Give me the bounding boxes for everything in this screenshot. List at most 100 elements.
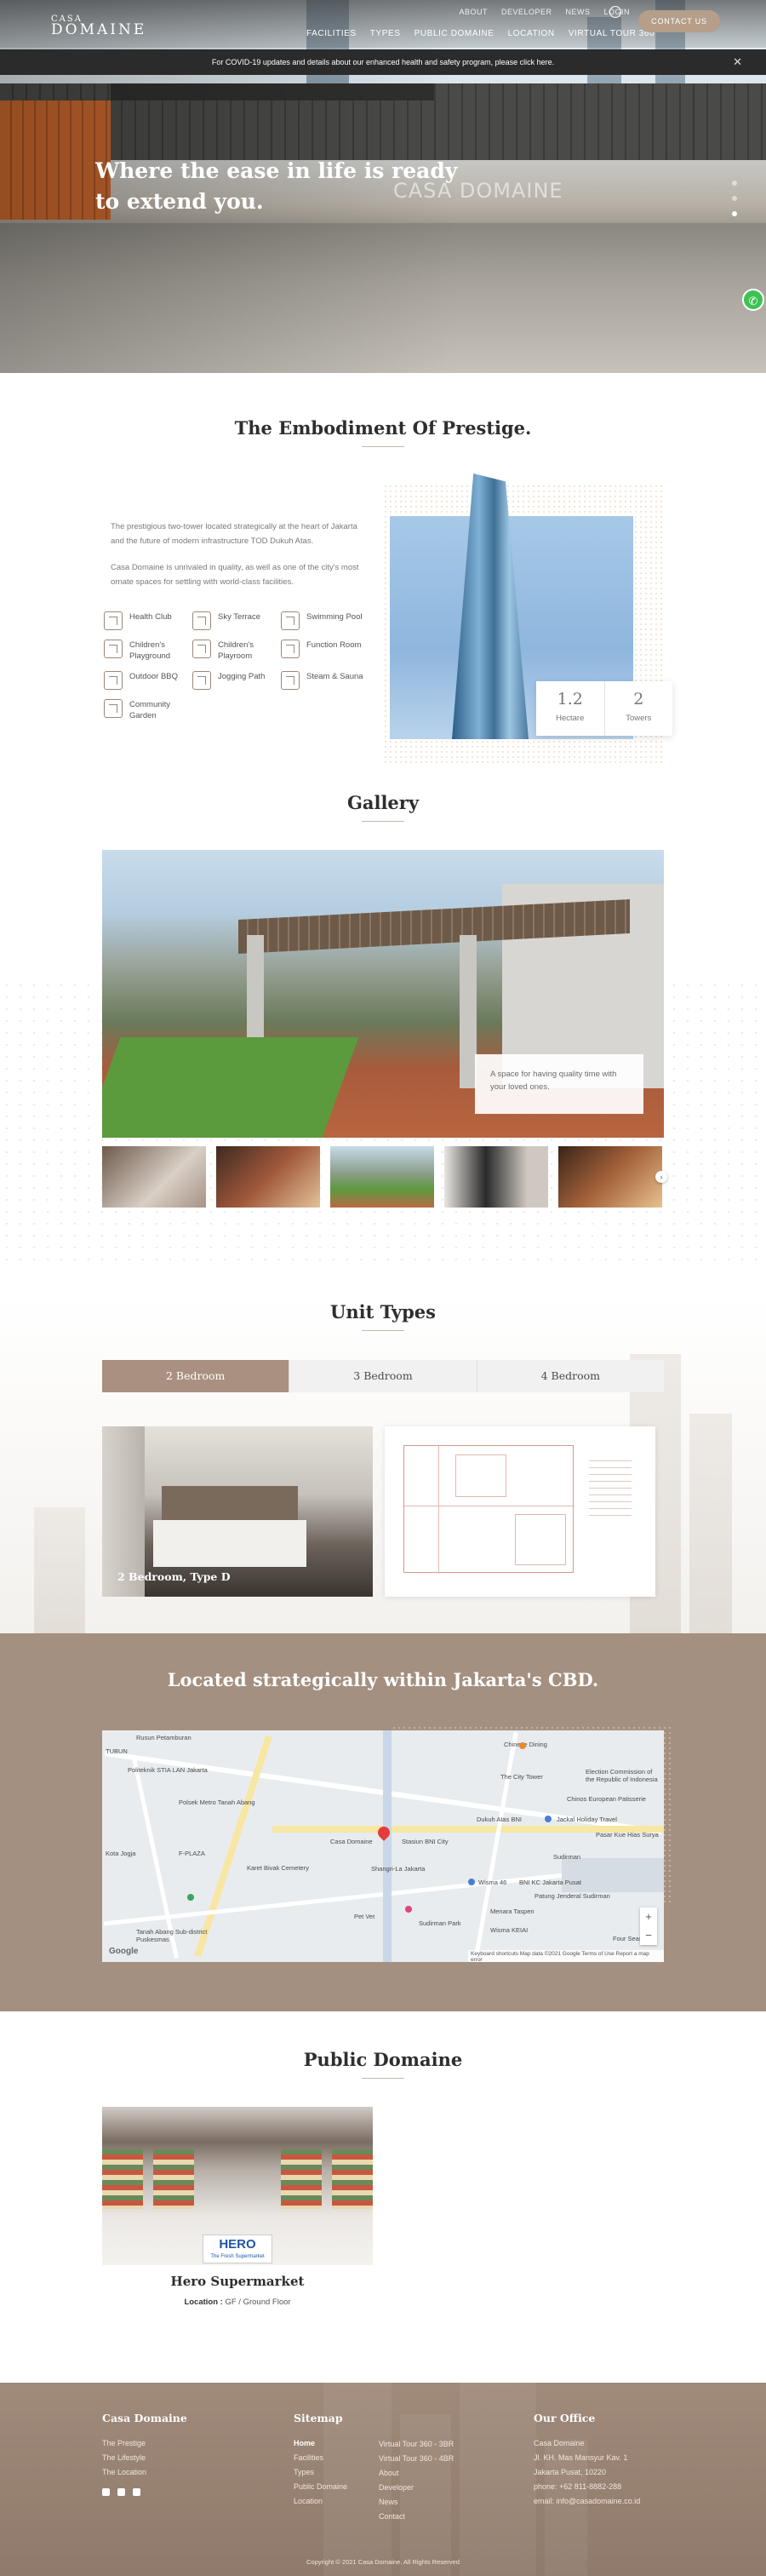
place-name: Hero Supermarket	[170, 2274, 305, 2289]
hero-title: Where the ease in life is ready to exten…	[95, 158, 458, 214]
contact-us-button[interactable]: CONTACT US	[638, 10, 720, 32]
stat-hectare: 1.2 Hectare	[556, 690, 585, 723]
footer-link[interactable]: Facilities	[294, 2451, 347, 2465]
map-poi-icon[interactable]	[545, 1816, 552, 1822]
secondary-nav: ABOUT DEVELOPER NEWS LOGIN	[459, 8, 630, 16]
hero-section: CASA DOMAINE CASA DOMAINE ABOUT DEVELOPE…	[0, 0, 766, 373]
copyright-text: Copyright © 2021 Casa Domaine. All Right…	[306, 2558, 460, 2566]
amenity-item: Children's Playroom	[192, 640, 281, 662]
garden-icon	[104, 699, 123, 718]
location-section: Located strategically within Jakarta's C…	[0, 1633, 766, 2011]
unit-label: 2 Bedroom, Type D	[117, 1570, 231, 1583]
bbq-icon	[104, 671, 123, 690]
footer-link[interactable]: News	[379, 2495, 454, 2510]
gallery-thumbnail[interactable]	[558, 1146, 662, 1208]
amenity-item: Swimming Pool	[281, 611, 369, 630]
gallery-thumbnail[interactable]	[102, 1146, 206, 1208]
nav-types[interactable]: TYPES	[370, 29, 401, 38]
swimming-pool-icon	[281, 611, 300, 630]
gallery-thumbnail[interactable]	[330, 1146, 434, 1208]
footer-col-sitemap-2: Virtual Tour 360 - 3BR Virtual Tour 360 …	[379, 2437, 454, 2524]
footer-link[interactable]: Developer	[379, 2481, 454, 2495]
office-phone[interactable]: phone: +62 811-8882-288	[534, 2480, 640, 2494]
slider-dot[interactable]	[732, 196, 737, 201]
footer-link[interactable]: Types	[294, 2465, 347, 2480]
public-domaine-title: Public Domaine	[303, 2049, 463, 2070]
map-poi-icon[interactable]	[468, 1879, 475, 1885]
nav-facilities[interactable]: FACILITIES	[306, 29, 357, 38]
location-map[interactable]: Rusun Petamburan TUBUN Politeknik STIA L…	[102, 1730, 664, 1962]
footer-link[interactable]: Home	[294, 2436, 347, 2451]
youtube-icon[interactable]	[117, 2488, 125, 2496]
close-icon[interactable]: ✕	[733, 49, 742, 75]
nav-about[interactable]: ABOUT	[459, 8, 488, 16]
primary-nav: FACILITIES TYPES PUBLIC DOMAINE LOCATION…	[306, 29, 655, 38]
footer-link[interactable]: The Prestige	[102, 2436, 187, 2451]
unit-types-title: Unit Types	[330, 1301, 436, 1322]
nav-public-domaine[interactable]: PUBLIC DOMAINE	[414, 29, 494, 38]
user-icon[interactable]	[609, 6, 621, 18]
nav-news[interactable]: NEWS	[565, 8, 590, 16]
site-footer: Casa Domaine The Prestige The Lifestyle …	[0, 2383, 766, 2576]
stats-card: 1.2 Hectare 2 Towers	[536, 681, 672, 736]
unit-type-tabs: 2 Bedroom 3 Bedroom 4 Bedroom	[102, 1360, 664, 1392]
footer-link[interactable]: The Lifestyle	[102, 2451, 187, 2465]
floor-plan[interactable]	[385, 1426, 655, 1597]
amenity-item: Jogging Path	[192, 671, 281, 690]
place-location: Location : GF / Ground Floor	[184, 2298, 291, 2307]
amenity-item: Steam & Sauna	[281, 671, 369, 690]
gallery-main-image[interactable]: A space for having quality time with you…	[102, 850, 664, 1138]
amenity-item: Community Garden	[104, 699, 192, 721]
facebook-icon[interactable]	[102, 2488, 110, 2496]
jogging-icon	[192, 671, 211, 690]
gallery-thumbnail[interactable]	[444, 1146, 548, 1208]
map-attribution[interactable]: Keyboard shortcuts Map data ©2021 Google…	[468, 1950, 664, 1962]
chevron-right-icon[interactable]: ›	[655, 1171, 667, 1183]
playground-icon	[104, 640, 123, 658]
hero-supermarket-photo[interactable]: HERO The Fresh Supermarket	[102, 2107, 373, 2265]
tab-3-bedroom[interactable]: 3 Bedroom	[289, 1360, 477, 1392]
amenity-item: Function Room	[281, 640, 369, 662]
stat-towers: 2 Towers	[603, 681, 673, 736]
whatsapp-icon[interactable]: ✆	[742, 289, 764, 311]
instagram-icon[interactable]	[133, 2488, 140, 2496]
title-divider	[362, 1330, 404, 1331]
function-room-icon	[281, 640, 300, 658]
covid-notice-bar: For COVID-19 updates and details about o…	[0, 49, 766, 75]
gallery-thumbnail[interactable]	[216, 1146, 320, 1208]
footer-link[interactable]: The Location	[102, 2465, 187, 2480]
title-divider	[362, 446, 404, 447]
sky-terrace-icon	[192, 611, 211, 630]
footer-link[interactable]: About	[379, 2466, 454, 2481]
gallery-caption: A space for having quality time with you…	[475, 1054, 643, 1114]
office-email[interactable]: email: info@casadomaine.co.id	[534, 2494, 640, 2509]
footer-link[interactable]: Virtual Tour 360 - 4BR	[379, 2452, 454, 2466]
prestige-paragraph-2: Casa Domaine is unrivaled in quality, as…	[111, 563, 359, 587]
footer-link[interactable]: Public Domaine	[294, 2480, 347, 2494]
covid-notice-text[interactable]: For COVID-19 updates and details about o…	[212, 58, 554, 66]
nav-virtual-tour[interactable]: VIRTUAL TOUR 360	[569, 29, 655, 38]
footer-link[interactable]: Location	[294, 2494, 347, 2509]
footer-col-sitemap: Sitemap Home Facilities Types Public Dom…	[294, 2412, 347, 2509]
map-poi-icon[interactable]	[519, 1742, 526, 1749]
floor-plan-legend	[589, 1460, 632, 1520]
nav-location[interactable]: LOCATION	[508, 29, 555, 38]
hero-slider-dots	[732, 181, 737, 216]
amenity-item: Sky Terrace	[192, 611, 281, 630]
map-poi-icon[interactable]	[405, 1906, 412, 1913]
slider-dot[interactable]	[732, 181, 737, 186]
gallery-thumbnails	[102, 1146, 664, 1208]
map-zoom-control[interactable]: + −	[640, 1908, 657, 1945]
nav-developer[interactable]: DEVELOPER	[501, 8, 552, 16]
gallery-title: Gallery	[346, 792, 420, 813]
footer-col-office: Our Office Casa Domaine Jl. KH. Mas Mans…	[534, 2412, 640, 2509]
footer-link[interactable]: Contact	[379, 2510, 454, 2524]
footer-link[interactable]: Virtual Tour 360 - 3BR	[379, 2437, 454, 2452]
slider-dot-active[interactable]	[732, 211, 737, 216]
tab-4-bedroom[interactable]: 4 Bedroom	[476, 1360, 664, 1392]
map-poi-icon[interactable]	[187, 1894, 194, 1901]
site-logo[interactable]: CASA DOMAINE	[51, 14, 146, 37]
tab-2-bedroom[interactable]: 2 Bedroom	[102, 1360, 289, 1392]
footer-col-casa-domaine: Casa Domaine The Prestige The Lifestyle …	[102, 2412, 187, 2496]
title-divider	[362, 2078, 404, 2079]
